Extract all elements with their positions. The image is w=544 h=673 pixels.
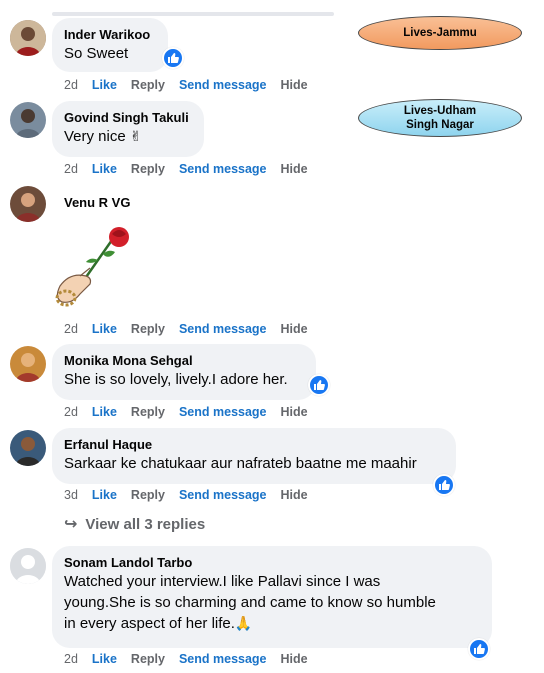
reply-button[interactable]: Reply [131,162,165,176]
hide-button[interactable]: Hide [281,488,308,502]
reply-arrow-icon: ↪ [64,516,78,533]
hide-button[interactable]: Hide [281,405,308,419]
divider [52,12,334,16]
ok-hand-emoji-icon: ✌ [129,128,142,144]
comment-actions: 2d Like Reply Send message Hide [64,76,308,94]
reply-button[interactable]: Reply [131,78,165,92]
reply-button[interactable]: Reply [131,405,165,419]
like-button[interactable]: Like [92,322,117,336]
commenter-name[interactable]: Erfanul Haque [64,436,444,453]
comment-text: Sarkaar ke chatukaar aur nafrateb baatne… [64,455,417,472]
like-button[interactable]: Like [92,488,117,502]
view-replies-label: View all 3 replies [85,515,206,533]
hide-button[interactable]: Hide [281,78,308,92]
praying-hands-emoji-icon: 🙏 [234,615,253,631]
commenter-name[interactable]: Venu R VG [64,194,130,211]
avatar[interactable] [10,186,46,222]
view-replies-link[interactable]: ↪ View all 3 replies [64,514,205,534]
hide-button[interactable]: Hide [281,652,308,666]
comment-bubble: Sonam Landol Tarbo Watched your intervie… [52,546,492,648]
comment-actions: 2d Like Reply Send message Hide [64,320,308,338]
comment-actions: 2d Like Reply Send message Hide [64,403,308,421]
tag-label-line1: Lives-Udham [403,105,477,117]
comment-time[interactable]: 2d [64,162,78,176]
send-message-button[interactable]: Send message [179,162,267,176]
comment-actions: 3d Like Reply Send message Hide [64,486,308,504]
avatar[interactable] [10,346,46,382]
reply-button[interactable]: Reply [131,652,165,666]
commenter-name[interactable]: Govind Singh Takuli [64,109,192,126]
reply-button[interactable]: Reply [131,488,165,502]
send-message-button[interactable]: Send message [179,488,267,502]
commenter-name[interactable]: Inder Warikoo [64,26,156,43]
comment-time[interactable]: 2d [64,405,78,419]
comment-bubble: Erfanul Haque Sarkaar ke chatukaar aur n… [52,428,456,484]
like-button[interactable]: Like [92,652,117,666]
avatar[interactable] [10,430,46,466]
like-button[interactable]: Like [92,78,117,92]
commenter-name[interactable]: Sonam Landol Tarbo [64,554,480,571]
avatar[interactable] [10,548,46,584]
location-tag-udham-singh-nagar: Lives-Udham Singh Nagar [358,99,522,137]
comment-time[interactable]: 2d [64,322,78,336]
send-message-button[interactable]: Send message [179,322,267,336]
hide-button[interactable]: Hide [281,162,308,176]
comment-text-line: young.She is so charming and came to kno… [64,594,436,611]
send-message-button[interactable]: Send message [179,405,267,419]
avatar[interactable] [10,102,46,138]
comment-time[interactable]: 2d [64,652,78,666]
comment-bubble: Inder Warikoo So Sweet [52,18,168,72]
tag-label: Lives-Jammu [403,27,477,39]
like-reaction-icon[interactable] [162,47,184,69]
comment-time[interactable]: 2d [64,78,78,92]
comment-bubble: Govind Singh Takuli Very nice ✌ [52,101,204,157]
comment-text: So Sweet [64,45,129,62]
like-reaction-icon[interactable] [468,638,490,660]
like-button[interactable]: Like [92,162,117,176]
comment-text-line: Watched your interview.I like Pallavi si… [64,573,381,590]
tag-label-line2: Singh Nagar [406,119,474,131]
send-message-button[interactable]: Send message [179,652,267,666]
commenter-name[interactable]: Monika Mona Sehgal [64,352,304,369]
location-tag-jammu: Lives-Jammu [358,16,522,50]
comment-bubble: Monika Mona Sehgal She is so lovely, liv… [52,344,316,400]
reply-button[interactable]: Reply [131,322,165,336]
hide-button[interactable]: Hide [281,322,308,336]
avatar[interactable] [10,20,46,56]
comment-actions: 2d Like Reply Send message Hide [64,650,308,668]
comment-actions: 2d Like Reply Send message Hide [64,160,308,178]
comment-time[interactable]: 3d [64,488,78,502]
comment-text: Very nice ✌ [64,128,142,145]
like-reaction-icon[interactable] [433,474,455,496]
comment-text: She is so lovely, lively.I adore her. [64,371,288,388]
like-button[interactable]: Like [92,405,117,419]
like-reaction-icon[interactable] [308,374,330,396]
send-message-button[interactable]: Send message [179,78,267,92]
rose-sticker-image [50,224,140,314]
comment-text-line: in every aspect of her life.🙏 [64,615,253,632]
